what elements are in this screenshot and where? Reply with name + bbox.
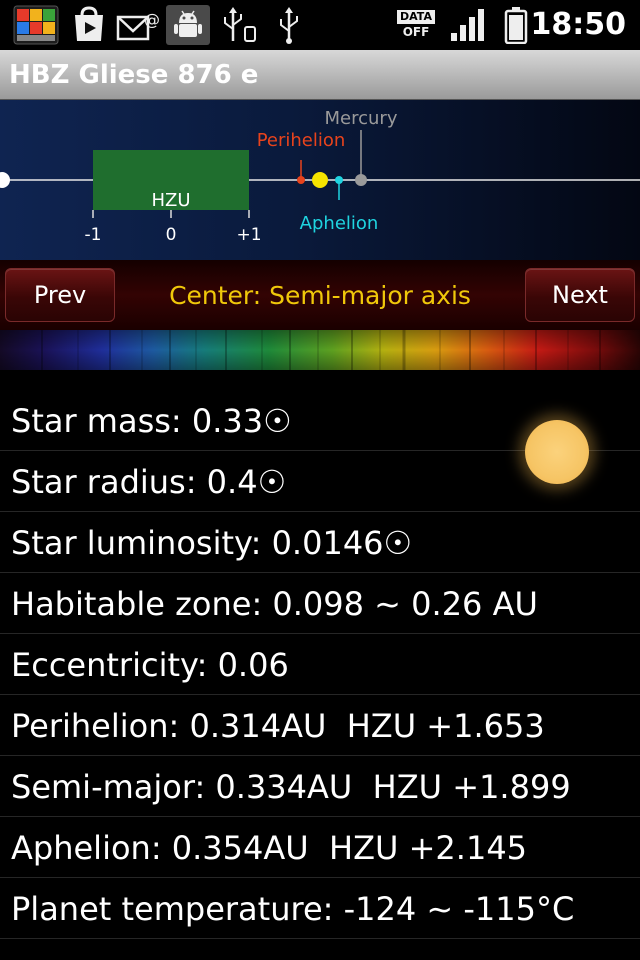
planet-marker	[312, 172, 328, 188]
mercury-marker	[355, 174, 367, 186]
perihelion-row: Perihelion: 0.314AU HZU +1.653	[0, 695, 640, 756]
center-mode-label: Center: Semi-major axis	[169, 281, 471, 310]
eccentricity-row: Eccentricity: 0.06	[0, 634, 640, 695]
app-title: HBZ Gliese 876 e	[9, 60, 259, 90]
android-debug-icon	[166, 5, 210, 45]
tick-label-plus1: +1	[236, 225, 261, 245]
aphelion-row: Aphelion: 0.354AU HZU +2.145	[0, 817, 640, 878]
planet-temperature-row: Planet temperature: -124 ~ -115°C	[0, 878, 640, 939]
star-preview-icon	[525, 420, 589, 484]
svg-text:@: @	[144, 10, 160, 29]
star-luminosity-row: Star luminosity: 0.0146☉	[0, 512, 640, 573]
prev-button[interactable]: Prev	[5, 268, 115, 322]
star-marker	[0, 172, 10, 188]
habitable-zone-row: Habitable zone: 0.098 ~ 0.26 AU	[0, 573, 640, 634]
next-button[interactable]: Next	[525, 268, 635, 322]
aphelion-marker	[335, 176, 343, 184]
semi-major-row: Semi-major: 0.334AU HZU +1.899	[0, 756, 640, 817]
hzu-label: HZU	[151, 190, 190, 211]
usb-debug-icon	[218, 5, 260, 45]
data-label: DATA	[397, 10, 435, 24]
orbit-diagram: HZU -1 0 +1 Perihelion Aphelion Mercury	[0, 100, 640, 260]
play-store-icon	[68, 5, 110, 45]
avg-icon	[12, 5, 60, 45]
status-time: 18:50	[530, 7, 627, 42]
aphelion-label: Aphelion	[300, 213, 379, 234]
perihelion-marker	[297, 176, 305, 184]
battery-icon	[502, 5, 530, 45]
signal-icon	[446, 5, 488, 45]
tick-label-0: 0	[166, 225, 177, 245]
title-bar: HBZ Gliese 876 e	[0, 50, 640, 100]
missed-mail-icon: @	[116, 5, 160, 45]
star-spectrum-band	[0, 330, 640, 370]
nav-row: Prev Center: Semi-major axis Next	[0, 260, 640, 330]
perihelion-label: Perihelion	[257, 130, 346, 151]
status-bar: @ DATA OFF 18:50	[0, 0, 640, 50]
mercury-label: Mercury	[325, 108, 398, 129]
data-off-indicator: DATA OFF	[396, 5, 436, 45]
tick-label-minus1: -1	[85, 225, 102, 245]
off-label: OFF	[402, 25, 430, 39]
usb-icon	[272, 5, 306, 45]
